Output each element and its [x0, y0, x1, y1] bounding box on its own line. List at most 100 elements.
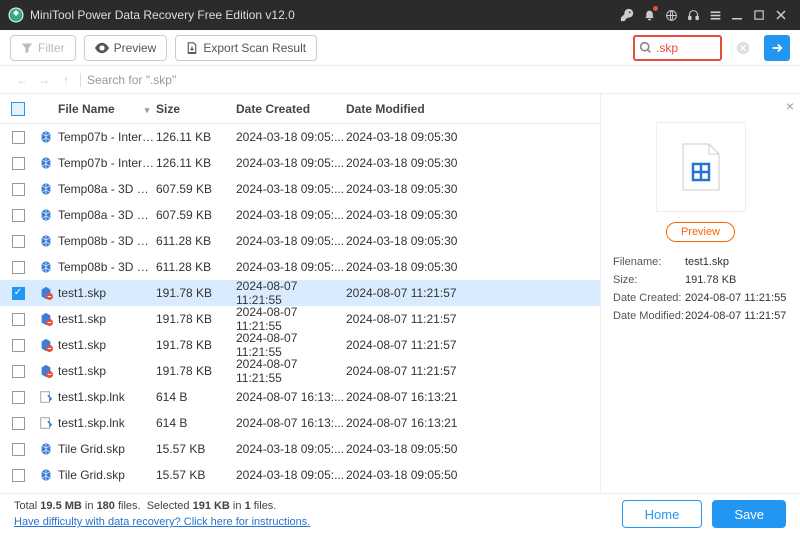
table-row[interactable]: Temp08a - 3D Pri...607.59 KB2024-03-18 0…: [0, 202, 600, 228]
close-panel-icon[interactable]: ×: [786, 98, 794, 114]
row-checkbox[interactable]: [12, 183, 25, 196]
col-created[interactable]: Date Created: [236, 102, 346, 116]
eye-icon: [95, 42, 109, 54]
file-size-cell: 614 B: [156, 416, 236, 430]
preview-button[interactable]: Preview: [84, 35, 168, 61]
table-row[interactable]: Tile Grid.skp15.57 KB2024-03-18 09:05:..…: [0, 462, 600, 488]
table-row[interactable]: test1.skp191.78 KB2024-08-07 11:21:55202…: [0, 358, 600, 384]
upgrade-icon[interactable]: [616, 4, 638, 26]
file-type-icon: [36, 338, 56, 352]
menu-icon[interactable]: [704, 4, 726, 26]
file-created-cell: 2024-08-07 11:21:55: [236, 331, 346, 359]
col-modified[interactable]: Date Modified: [346, 102, 486, 116]
file-thumbnail: [656, 122, 746, 212]
meta-filename-value: test1.skp: [685, 256, 788, 268]
row-checkbox[interactable]: [12, 443, 25, 456]
file-name-cell: Temp08b - 3D Pri...: [56, 234, 156, 248]
filter-button[interactable]: Filter: [10, 35, 76, 61]
globe-icon[interactable]: [660, 4, 682, 26]
table-row[interactable]: Temp07b - Interior...126.11 KB2024-03-18…: [0, 150, 600, 176]
file-type-icon: [36, 390, 56, 404]
file-modified-cell: 2024-08-07 16:13:21: [346, 390, 486, 404]
file-created-cell: 2024-08-07 11:21:55: [236, 357, 346, 385]
file-type-icon: [36, 130, 56, 144]
row-checkbox[interactable]: [12, 391, 25, 404]
clear-search-icon[interactable]: [736, 41, 750, 55]
file-created-cell: 2024-08-07 11:21:55: [236, 279, 346, 307]
row-checkbox[interactable]: [12, 157, 25, 170]
minimize-icon[interactable]: [726, 4, 748, 26]
table-row[interactable]: Temp08a - 3D Pri...607.59 KB2024-03-18 0…: [0, 176, 600, 202]
nav-up-icon[interactable]: ↑: [58, 72, 74, 88]
file-name-cell: test1.skp: [56, 364, 156, 378]
file-size-cell: 15.57 KB: [156, 468, 236, 482]
row-checkbox[interactable]: [12, 235, 25, 248]
row-checkbox[interactable]: [12, 469, 25, 482]
file-type-icon: [36, 416, 56, 430]
file-size-cell: 191.78 KB: [156, 286, 236, 300]
file-modified-cell: 2024-03-18 09:05:30: [346, 260, 486, 274]
table-row[interactable]: Temp07b - Interior...126.11 KB2024-03-18…: [0, 124, 600, 150]
select-all-checkbox[interactable]: [11, 102, 25, 116]
meta-created-label: Date Created:: [613, 292, 685, 304]
file-created-cell: 2024-03-18 09:05:...: [236, 468, 346, 482]
table-row[interactable]: test1.skp.lnk614 B2024-08-07 16:13:...20…: [0, 410, 600, 436]
table-row[interactable]: test1.skp191.78 KB2024-08-07 11:21:55202…: [0, 306, 600, 332]
file-created-cell: 2024-08-07 11:21:55: [236, 305, 346, 333]
save-button[interactable]: Save: [712, 500, 786, 528]
file-name-cell: Temp08a - 3D Pri...: [56, 182, 156, 196]
skp-file-icon: [679, 142, 723, 192]
meta-size-value: 191.78 KB: [685, 274, 788, 286]
file-name-cell: test1.skp.lnk: [56, 390, 156, 404]
breadcrumb: Search for ".skp": [87, 73, 176, 87]
file-name-cell: test1.skp.lnk: [56, 416, 156, 430]
table-row[interactable]: Temp08b - 3D Pri...611.28 KB2024-03-18 0…: [0, 228, 600, 254]
row-checkbox[interactable]: [12, 287, 25, 300]
row-checkbox[interactable]: [12, 209, 25, 222]
row-checkbox[interactable]: [12, 313, 25, 326]
nav-back-icon[interactable]: ←: [14, 72, 30, 88]
file-name-cell: test1.skp: [56, 286, 156, 300]
table-row[interactable]: test1.skp191.78 KB2024-08-07 11:21:55202…: [0, 332, 600, 358]
col-size[interactable]: Size: [156, 102, 236, 116]
filter-label: Filter: [38, 41, 65, 55]
table-row[interactable]: test1.skp191.78 KB2024-08-07 11:21:55202…: [0, 280, 600, 306]
row-checkbox[interactable]: [12, 365, 25, 378]
home-button[interactable]: Home: [622, 500, 703, 528]
preview-file-button[interactable]: Preview: [666, 222, 735, 242]
file-size-cell: 611.28 KB: [156, 234, 236, 248]
app-logo-icon: [8, 7, 24, 23]
file-created-cell: 2024-03-18 09:05:...: [236, 182, 346, 196]
export-label: Export Scan Result: [203, 41, 306, 55]
headset-icon[interactable]: [682, 4, 704, 26]
export-button[interactable]: Export Scan Result: [175, 35, 317, 61]
row-checkbox[interactable]: [12, 417, 25, 430]
search-go-button[interactable]: [764, 35, 790, 61]
nav-forward-icon[interactable]: →: [36, 72, 52, 88]
table-row[interactable]: test1.skp.lnk614 B2024-08-07 16:13:...20…: [0, 384, 600, 410]
file-size-cell: 15.57 KB: [156, 442, 236, 456]
close-icon[interactable]: [770, 4, 792, 26]
file-list[interactable]: File Name▾ Size Date Created Date Modifi…: [0, 94, 600, 493]
file-size-cell: 611.28 KB: [156, 260, 236, 274]
file-modified-cell: 2024-03-18 09:05:50: [346, 468, 486, 482]
row-checkbox[interactable]: [12, 131, 25, 144]
preview-label: Preview: [114, 41, 157, 55]
row-checkbox[interactable]: [12, 339, 25, 352]
search-box[interactable]: [633, 35, 722, 61]
arrow-right-icon: [770, 41, 784, 55]
table-row[interactable]: Temp08b - 3D Pri...611.28 KB2024-03-18 0…: [0, 254, 600, 280]
meta-modified-label: Date Modified:: [613, 310, 685, 322]
search-input[interactable]: [656, 41, 716, 55]
col-filename[interactable]: File Name▾: [56, 102, 156, 116]
table-row[interactable]: Tile Grid.skp15.57 KB2024-03-18 09:05:..…: [0, 436, 600, 462]
file-size-cell: 126.11 KB: [156, 130, 236, 144]
maximize-icon[interactable]: [748, 4, 770, 26]
notifications-icon[interactable]: [638, 4, 660, 26]
file-created-cell: 2024-08-07 16:13:...: [236, 390, 346, 404]
file-created-cell: 2024-03-18 09:05:...: [236, 442, 346, 456]
row-checkbox[interactable]: [12, 261, 25, 274]
help-link[interactable]: Have difficulty with data recovery? Clic…: [14, 516, 310, 528]
file-name-cell: Tile Grid.skp: [56, 468, 156, 482]
titlebar: MiniTool Power Data Recovery Free Editio…: [0, 0, 800, 30]
